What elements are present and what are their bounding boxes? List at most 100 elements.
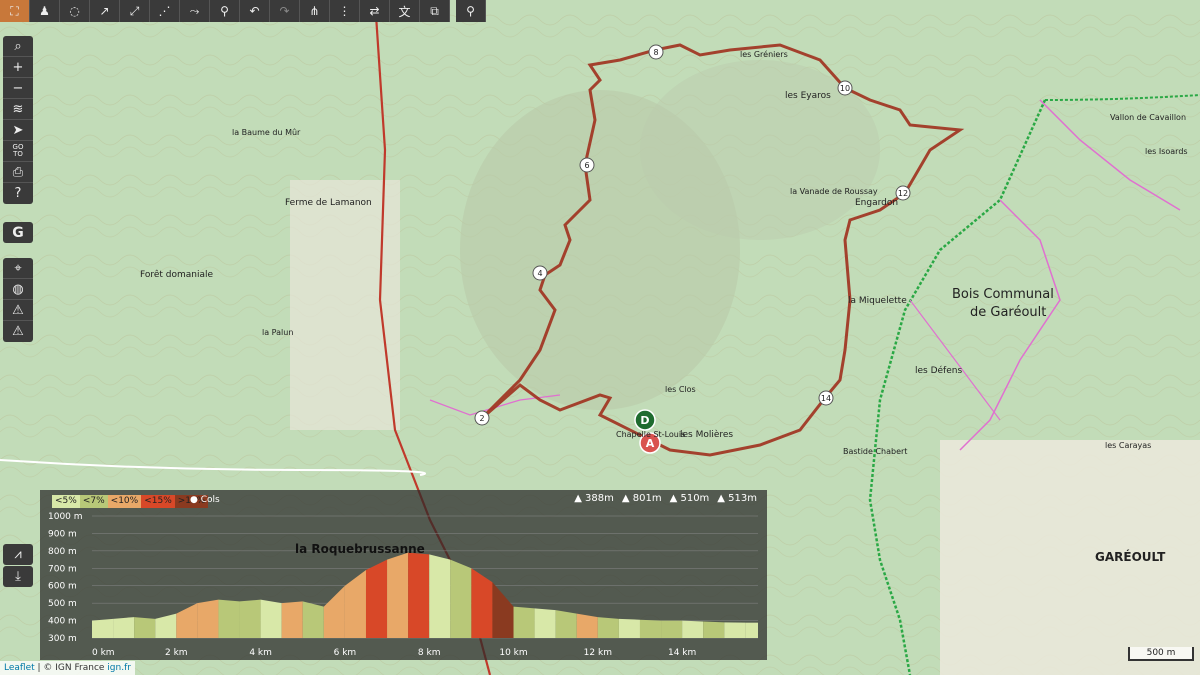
map-label: les Carayas: [1105, 441, 1152, 450]
waypoint-marker[interactable]: 12: [895, 185, 911, 201]
map-label: les Clos: [665, 385, 696, 394]
elevation-segment[interactable]: [197, 599, 219, 638]
elevation-segment[interactable]: [302, 601, 324, 638]
elevation-segment[interactable]: [408, 552, 430, 638]
elevation-segment[interactable]: [344, 570, 366, 638]
map-label: GARÉOULT: [1095, 550, 1166, 564]
map-label: Chapelle St-Louis: [616, 430, 686, 439]
join-icon[interactable]: ⋮: [330, 0, 360, 22]
waypoint-marker[interactable]: 8: [648, 44, 664, 60]
google-button-bar: G: [3, 222, 33, 243]
help-icon[interactable]: ?: [3, 183, 33, 204]
waypoint-marker[interactable]: 10: [837, 80, 853, 96]
waypoint-label: 2: [479, 414, 484, 423]
locate-icon[interactable]: ➤: [3, 120, 33, 141]
warning2-icon[interactable]: ⚠: [3, 321, 33, 342]
draw-line-icon[interactable]: ↗: [90, 0, 120, 22]
waypoint-marker[interactable]: 6: [579, 157, 595, 173]
reverse-icon[interactable]: ⇄: [360, 0, 390, 22]
waypoint-marker[interactable]: 14: [818, 390, 834, 406]
route-icon[interactable]: ⤳: [180, 0, 210, 22]
elevation-segment[interactable]: [471, 568, 493, 638]
print-icon[interactable]: ⎙: [3, 162, 33, 183]
map-label: de Garéoult: [970, 305, 1047, 320]
elevation-segment[interactable]: [492, 582, 514, 638]
elevation-segment[interactable]: [576, 613, 598, 638]
elevation-segment[interactable]: [387, 552, 409, 638]
x-tick-label: 6 km: [334, 648, 357, 658]
waypoint-label: 6: [584, 161, 589, 170]
elevation-segment[interactable]: [682, 620, 704, 638]
map-label: les Défens: [915, 366, 963, 376]
waypoint-marker[interactable]: 4: [532, 265, 548, 281]
hide-icon[interactable]: ◌: [60, 0, 90, 22]
x-tick-label: 12 km: [584, 648, 612, 658]
elevation-segment[interactable]: [745, 622, 758, 638]
layers-icon[interactable]: ≋: [3, 99, 33, 120]
google-button[interactable]: G: [3, 222, 33, 243]
map-label: Vallon de Cavaillon: [1110, 113, 1187, 122]
waypoint-marker[interactable]: 2: [474, 410, 490, 426]
search-icon[interactable]: ⌕: [3, 36, 33, 57]
y-tick-label: 800 m: [48, 547, 77, 557]
map-label: Bois Communal: [952, 287, 1054, 302]
elevation-segment[interactable]: [703, 621, 725, 638]
x-tick-label: 14 km: [668, 648, 696, 658]
elevation-chart[interactable]: 1000 m 900 m 800 m 700 m 600 m 500 m 400 m 300 …: [40, 490, 767, 660]
elevation-segment[interactable]: [218, 599, 240, 638]
fullscreen-icon[interactable]: ⛶: [0, 0, 30, 22]
y-tick-label: 400 m: [48, 617, 77, 627]
start-label: D: [640, 414, 649, 427]
elevation-segment[interactable]: [281, 601, 303, 638]
ign-link[interactable]: ign.fr: [104, 663, 131, 673]
left-toolbar: ⌕ + − ≋ ➤ GO TO ⎙?: [3, 36, 33, 204]
elevation-segment[interactable]: [155, 613, 177, 638]
elevation-segment[interactable]: [450, 559, 472, 638]
waypoint-label: 4: [537, 269, 542, 278]
elevation-segment[interactable]: [597, 617, 619, 638]
warning-icon[interactable]: ⚠: [3, 300, 33, 321]
elevation-segment[interactable]: [429, 554, 451, 638]
zoom-in-icon[interactable]: +: [3, 57, 33, 78]
elevation-segment[interactable]: [534, 608, 556, 638]
elevation-segment[interactable]: [618, 618, 640, 638]
map-label: Forêt domaniale: [140, 270, 214, 280]
split-icon[interactable]: ⋔: [300, 0, 330, 22]
elevation-profile-panel[interactable]: <5% <7% <10% <15% >15% ● Cols ▲ 388m ▲ 801m ▲ …: [40, 490, 767, 660]
elevation-segment[interactable]: [92, 618, 114, 638]
x-tick-label: 10 km: [499, 648, 527, 658]
copy-icon[interactable]: ⧉: [420, 0, 450, 22]
leaflet-link[interactable]: Leaflet: [4, 663, 35, 673]
elevation-profile-button[interactable]: ⩘: [3, 544, 33, 565]
scale-bar: 500 m: [1128, 647, 1194, 661]
translate-icon[interactable]: 文: [390, 0, 420, 22]
elevation-segment[interactable]: [555, 610, 577, 638]
y-tick-label: 1000 m: [48, 512, 83, 522]
elevation-segment[interactable]: [260, 599, 282, 638]
marker-icon[interactable]: ⚲: [456, 0, 486, 22]
go-to-icon[interactable]: GO TO: [3, 141, 33, 162]
elevation-segment[interactable]: [134, 617, 156, 638]
hiker-icon[interactable]: ♟: [30, 0, 60, 22]
start-marker[interactable]: D: [634, 409, 656, 431]
elevation-segment[interactable]: [239, 599, 261, 638]
elevation-segment[interactable]: [323, 585, 345, 638]
elevation-segment[interactable]: [113, 617, 135, 638]
node-icon[interactable]: ⋰: [150, 0, 180, 22]
elevation-segment[interactable]: [176, 603, 198, 638]
map-label: la Palun: [262, 328, 294, 337]
elevation-segment[interactable]: [513, 606, 535, 638]
redo-icon[interactable]: ↷: [270, 0, 300, 22]
elevation-segment[interactable]: [661, 620, 683, 638]
bike-icon[interactable]: ⚲: [210, 0, 240, 22]
left-toolbar-2: ⌖ ◍ ⚠ ⚠: [3, 258, 33, 342]
elevation-segment[interactable]: [724, 622, 746, 638]
globe-icon[interactable]: ◍: [3, 279, 33, 300]
zoom-out-icon[interactable]: −: [3, 78, 33, 99]
elevation-segment[interactable]: [365, 559, 388, 638]
download-button[interactable]: ⤓: [3, 566, 33, 587]
elevation-segment[interactable]: [639, 619, 662, 638]
crosshair-icon[interactable]: ⌖: [3, 258, 33, 279]
undo-icon[interactable]: ↶: [240, 0, 270, 22]
draw-segment-icon[interactable]: ⤢: [120, 0, 150, 22]
